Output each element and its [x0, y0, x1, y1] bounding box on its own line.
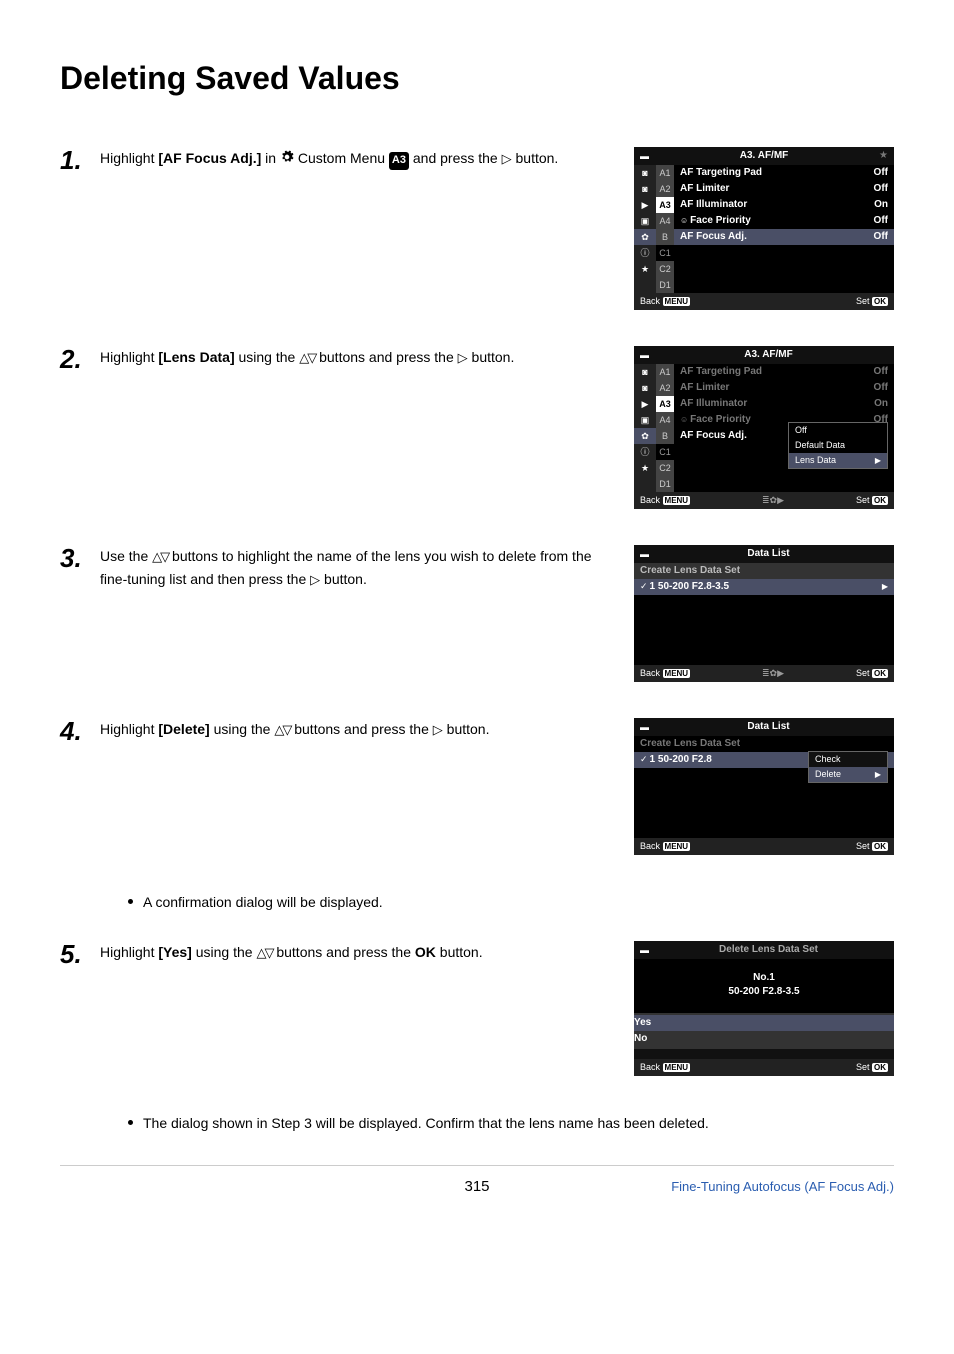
gear-icon	[280, 148, 294, 170]
menu-badge-icon: A3	[389, 152, 409, 170]
screenshot-1: ▬A3. AF/MF★ ◙◙▶▣✿ⓘ★ A1A2A3A4BC1C2D1 AF T…	[634, 147, 894, 310]
step-number-5: 5.	[60, 941, 88, 967]
right-triangle-icon: ▷	[502, 151, 512, 166]
footer-link[interactable]: Fine-Tuning Autofocus (AF Focus Adj.)	[616, 1179, 894, 1194]
right-triangle-icon: ▷	[310, 572, 320, 587]
right-triangle-icon: ▷	[458, 350, 468, 365]
step-2-text: Highlight [Lens Data] using the △▽ butto…	[100, 346, 610, 369]
step-number-4: 4.	[60, 718, 88, 744]
step-5-text: Highlight [Yes] using the △▽ buttons and…	[100, 941, 610, 964]
right-triangle-icon: ▷	[433, 722, 443, 737]
up-down-triangle-icon: △▽	[256, 945, 272, 960]
step-number-2: 2.	[60, 346, 88, 372]
step-number-1: 1.	[60, 147, 88, 173]
up-down-triangle-icon: △▽	[152, 549, 168, 564]
screenshot-sidebar-icons: ◙◙▶▣✿ⓘ★	[634, 165, 656, 293]
step-3-text: Use the △▽ buttons to highlight the name…	[100, 545, 610, 591]
step-4-bullet: A confirmation dialog will be displayed.	[128, 891, 894, 913]
up-down-triangle-icon: △▽	[299, 350, 315, 365]
screenshot-4: ▬Data List Create Lens Data Set ✓1 50-20…	[634, 718, 894, 855]
step-4-text: Highlight [Delete] using the △▽ buttons …	[100, 718, 610, 741]
screenshot-2-popup: Off Default Data Lens Data▶	[788, 422, 888, 469]
screenshot-3: ▬Data List Create Lens Data Set ✓1 50-20…	[634, 545, 894, 682]
page-title: Deleting Saved Values	[60, 60, 894, 97]
step-number-3: 3.	[60, 545, 88, 571]
screenshot-5: ▬Delete Lens Data Set No.1 50-200 F2.8-3…	[634, 941, 894, 1076]
up-down-triangle-icon: △▽	[274, 722, 290, 737]
page-number: 315	[338, 1178, 616, 1195]
screenshot-2: ▬A3. AF/MF ◙◙▶▣✿ⓘ★ A1A2A3A4BC1C2D1 AF Ta…	[634, 346, 894, 509]
step-1-text: Highlight [AF Focus Adj.] in Custom Menu…	[100, 147, 610, 170]
screenshot-4-popup: Check Delete▶	[808, 751, 888, 783]
step-5-bullet: The dialog shown in Step 3 will be displ…	[128, 1112, 894, 1134]
